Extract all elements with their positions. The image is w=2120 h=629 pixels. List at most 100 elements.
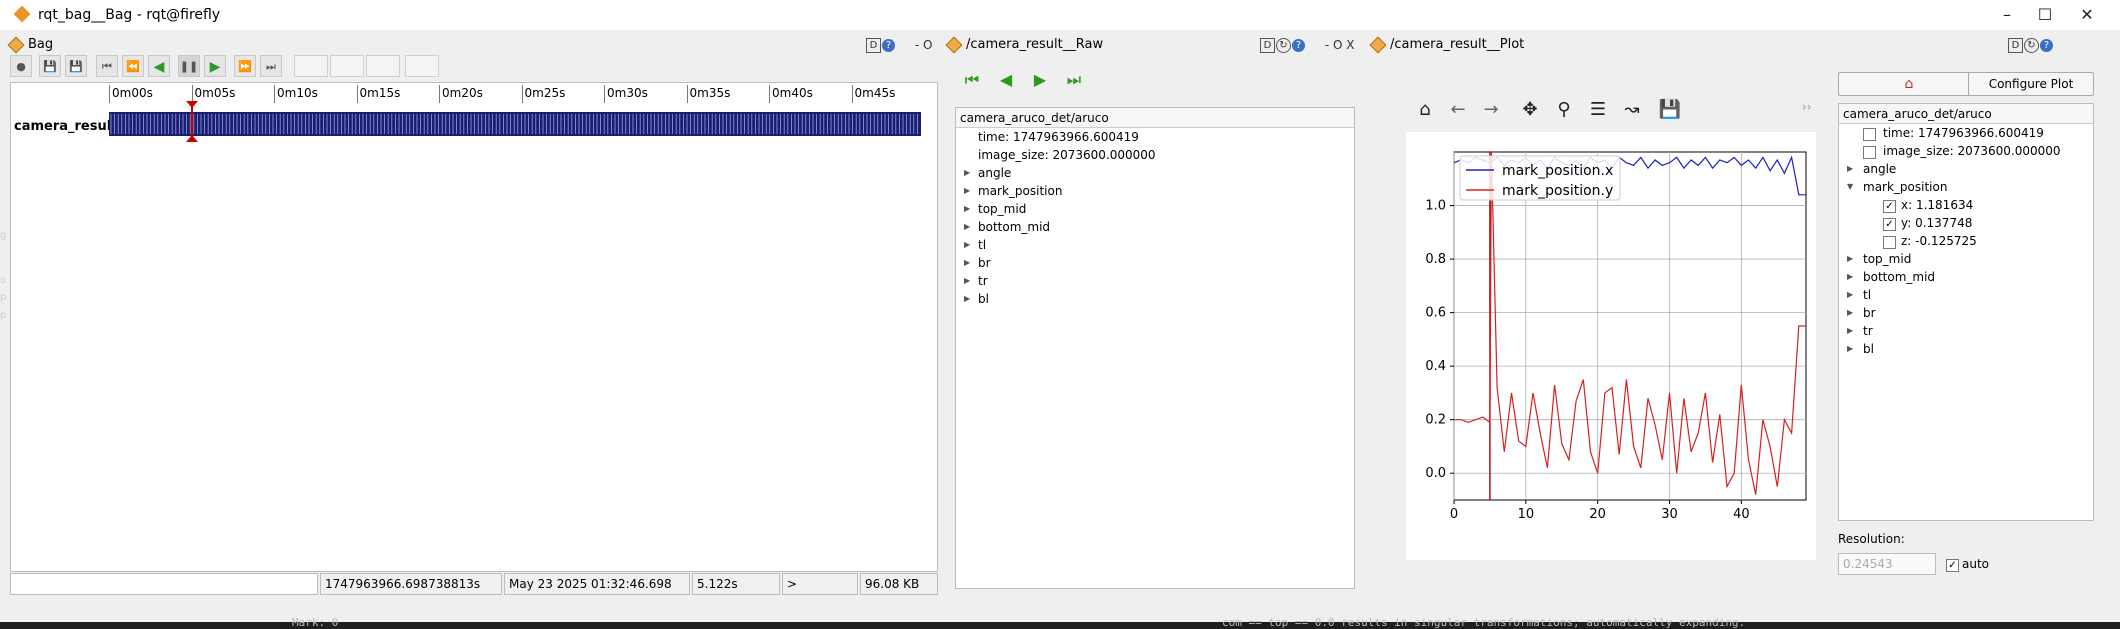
back-arrow-icon[interactable]: ← [1446,98,1470,122]
y-field: y: 0.137748 [1901,216,1973,230]
raw-message-tree[interactable]: camera_aruco_det/aruco time: 1747963966.… [955,107,1355,589]
time-checkbox[interactable] [1863,128,1876,141]
raw-tree-row[interactable]: tr [978,272,988,290]
configure-plot-button[interactable]: Configure Plot [1968,72,2094,96]
y-tick-label: 0.8 [1425,252,1446,267]
save-figure-icon[interactable]: 💾 [1658,98,1682,122]
x-checkbox[interactable]: ✓ [1883,200,1896,213]
skip-start-button[interactable]: ⏮ [96,55,118,77]
save-as-icon[interactable]: 💾 [65,55,87,77]
fast-forward-button[interactable]: ⏩ [234,55,256,77]
home-icon-button[interactable]: ⌂ [1838,72,1980,96]
help-icon[interactable]: ? [1292,39,1305,52]
refresh-icon[interactable]: ↻ [2024,38,2039,53]
play-backward-button[interactable]: ◀ [148,55,170,77]
record-button[interactable]: ● [10,55,32,77]
plot-dock-controls[interactable]: D ↻? [2008,36,2053,54]
last-message-button[interactable]: ⏭ [1064,70,1084,90]
timeline-tick-label: 0m25s [521,85,565,103]
expand-arrow-icon[interactable]: ▶ [964,222,970,231]
expand-arrow-icon[interactable]: ▶ [1847,254,1853,263]
status-input[interactable] [10,573,318,595]
refresh-icon[interactable]: ↻ [1276,38,1291,53]
plot-tree-row[interactable]: tr [1863,322,1873,340]
raw-tree-row[interactable]: tl [978,236,986,254]
zoom-out-button[interactable] [330,55,364,77]
subplots-icon[interactable]: ☰ [1586,98,1610,122]
expand-arrow-icon[interactable]: ▶ [1847,164,1853,173]
close-button[interactable]: ✕ [2064,3,2110,27]
bag-timeline[interactable]: 0m00s 0m05s 0m10s 0m15s 0m20s 0m25s 0m30s 0m35s… [10,82,938,572]
pause-button[interactable]: ❚❚ [178,55,200,77]
plot-tree-row[interactable]: bl [1863,340,1874,358]
thumbnails-button[interactable] [405,55,439,77]
expand-arrow-icon[interactable]: ▶ [964,186,970,195]
edge-glyph: g [0,230,7,241]
raw-tree-row[interactable]: top_mid [978,200,1026,218]
expand-arrow-icon[interactable]: ▶ [1847,290,1853,299]
maximize-button[interactable]: ☐ [2022,3,2068,27]
first-message-button[interactable]: ⏮ [962,70,982,90]
expand-arrow-icon[interactable]: ▶ [1847,308,1853,317]
plot-tree-row[interactable]: bottom_mid [1863,268,1935,286]
expand-arrow-icon[interactable]: ▶ [1847,344,1853,353]
angle-field[interactable]: angle [1863,160,1896,178]
bag-dock-controls[interactable]: D? - O [866,36,932,54]
plot-tree-row[interactable]: top_mid [1863,250,1911,268]
app-icon [13,5,31,23]
expand-arrow-icon[interactable]: ▶ [964,168,970,177]
x-tick-label: 40 [1733,507,1750,522]
zoom-in-button[interactable] [294,55,328,77]
collapse-glyph[interactable]: ›› [1802,100,1812,114]
plot-dock-title: /camera_result__Plot [1369,36,1524,54]
next-message-button[interactable]: ▶ [1030,70,1050,90]
raw-tree-row[interactable]: mark_position [978,182,1062,200]
zoom-icon[interactable]: ⚲ [1552,98,1576,122]
plot-tree-row[interactable]: tl [1863,286,1871,304]
axes-edit-icon[interactable]: ↝ [1620,98,1644,122]
mark-position-field[interactable]: mark_position [1863,178,1947,196]
expand-arrow-icon[interactable]: ▶ [964,240,970,249]
expand-arrow-icon[interactable]: ▶ [1847,272,1853,281]
raw-dock-controls[interactable]: D ↻? - O X [1260,36,1354,54]
window-title: rqt_bag__Bag - rqt@firefly [38,7,221,23]
play-button[interactable]: ▶ [204,55,226,77]
expand-arrow-icon[interactable]: ▶ [964,204,970,213]
bag-dock-title: Bag [7,36,53,54]
raw-tree-row[interactable]: br [978,254,991,272]
dock-d-icon[interactable]: D [1260,38,1275,53]
help-icon[interactable]: ? [2040,39,2053,52]
skip-end-button[interactable]: ⏭ [260,55,282,77]
plot-topic-tree[interactable]: camera_aruco_det/aruco time: 1747963966.… [1838,103,2094,521]
playhead-marker-bottom[interactable] [185,135,198,142]
image-size-checkbox[interactable] [1863,146,1876,159]
expand-arrow-icon[interactable]: ▶ [964,258,970,267]
pan-icon[interactable]: ✥ [1518,98,1542,122]
collapse-arrow-icon[interactable]: ▼ [1847,182,1853,191]
zoom-reset-button[interactable] [366,55,400,77]
rewind-button[interactable]: ⏪ [122,55,144,77]
legend-label: mark_position.y [1502,183,1613,199]
expand-arrow-icon[interactable]: ▶ [1847,326,1853,335]
z-checkbox[interactable] [1883,236,1896,249]
auto-checkbox[interactable]: ✓ [1946,559,1959,572]
topic-message-track[interactable] [109,112,921,136]
expand-arrow-icon[interactable]: ▶ [964,276,970,285]
dock-d-icon[interactable]: D [2008,38,2023,53]
dock-d-icon[interactable]: D [866,38,881,53]
home-icon[interactable]: ⌂ [1413,98,1437,122]
plot-canvas[interactable]: 0 10 20 30 40 0.0 0.2 0.4 0.6 0.8 1.0 mark_position… [1406,132,1816,560]
raw-tree-row[interactable]: angle [978,164,1011,182]
raw-tree-row[interactable]: bottom_mid [978,218,1050,236]
forward-arrow-icon[interactable]: → [1479,98,1503,122]
y-tick-label: 0.0 [1425,466,1446,481]
previous-message-button[interactable]: ◀ [996,70,1016,90]
save-icon[interactable]: 💾 [39,55,61,77]
expand-arrow-icon[interactable]: ▶ [964,294,970,303]
plot-tree-row[interactable]: br [1863,304,1876,322]
y-checkbox[interactable]: ✓ [1883,218,1896,231]
x-tick-label: 10 [1518,507,1535,522]
help-icon[interactable]: ? [882,39,895,52]
resolution-input[interactable]: 0.24543 [1838,553,1936,575]
raw-tree-row[interactable]: bl [978,290,989,308]
